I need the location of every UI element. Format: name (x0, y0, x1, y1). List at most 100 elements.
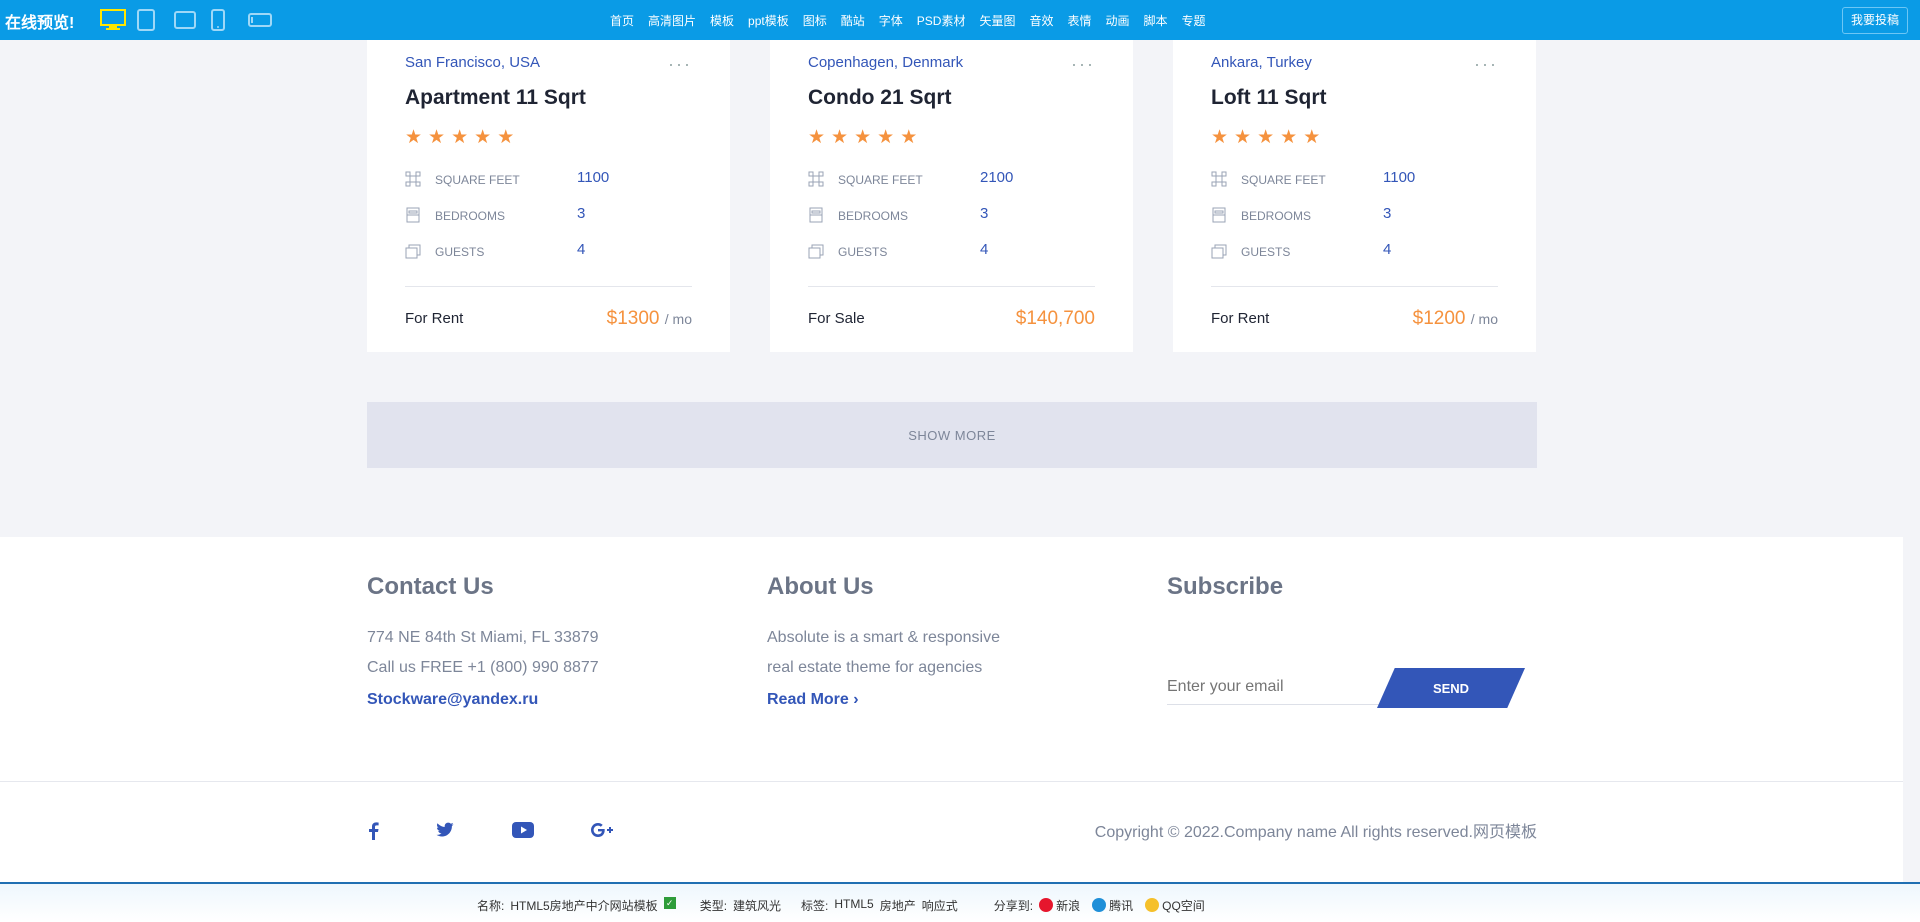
guests-icon (405, 244, 421, 259)
star-icon: ★ (474, 127, 492, 148)
tags-label: 标签: (801, 899, 829, 913)
share-tencent[interactable]: 腾讯 (1092, 897, 1139, 914)
rating-stars: ★ ★ ★ ★ ★ (808, 128, 917, 147)
property-location[interactable]: San Francisco, USA (405, 54, 540, 71)
tablet-landscape-icon[interactable] (174, 9, 196, 31)
feature-row: BEDROOMS 3 (1211, 205, 1501, 225)
show-more-button[interactable]: SHOW MORE (367, 402, 1537, 468)
feature-label: SQUARE FEET (435, 173, 520, 187)
about-heading: About Us (767, 573, 874, 600)
top-nav: 首页 高清图片 模板 ppt模板 图标 酷站 字体 PSD素材 矢量图 音效 表… (610, 0, 1220, 40)
nav-item[interactable]: 动画 (1106, 12, 1130, 29)
price-amount: $1200 (1412, 308, 1466, 329)
read-more-link[interactable]: Read More › (767, 691, 1000, 709)
name-label: 名称: (477, 899, 505, 913)
feature-value: 1100 (577, 169, 610, 186)
property-card[interactable]: Ankara, Turkey ··· Loft 11 Sqrt ★ ★ ★ ★ ★ SQ… (1173, 40, 1536, 352)
star-icon: ★ (1280, 127, 1298, 148)
type-label: 类型: (699, 899, 728, 913)
listing-status: For Rent (405, 310, 464, 327)
phone-landscape-icon[interactable] (248, 9, 272, 31)
feature-value: 3 (577, 205, 586, 222)
send-button[interactable]: SEND (1377, 668, 1525, 708)
nav-item[interactable]: 表情 (1068, 12, 1092, 29)
property-card[interactable]: San Francisco, USA ··· Apartment 11 Sqrt… (367, 40, 730, 352)
contact-email-link[interactable]: Stockware@yandex.ru (367, 691, 599, 709)
nav-item[interactable]: 首页 (610, 12, 634, 29)
facebook-icon[interactable] (367, 822, 379, 845)
listing-status: For Rent (1211, 310, 1270, 327)
nav-item[interactable]: 图标 (803, 12, 827, 29)
verified-icon: ✓ (663, 897, 676, 909)
property-location[interactable]: Ankara, Turkey (1211, 54, 1312, 71)
contact-section: Contact Us 774 NE 84th St Miami, FL 3387… (367, 573, 599, 709)
nav-item[interactable]: 脚本 (1144, 12, 1168, 29)
site-footer: Contact Us 774 NE 84th St Miami, FL 3387… (0, 537, 1903, 882)
nav-item[interactable]: PSD素材 (917, 12, 966, 29)
nav-item[interactable]: 音效 (1029, 12, 1053, 29)
twitter-icon[interactable] (436, 822, 454, 843)
share-weibo[interactable]: 新浪 (1039, 897, 1086, 914)
feature-label: SQUARE FEET (838, 173, 923, 187)
rating-stars: ★ ★ ★ ★ ★ (405, 128, 514, 147)
about-text-line: real estate theme for agencies (767, 659, 983, 676)
property-title[interactable]: Apartment 11 Sqrt (405, 86, 586, 110)
tag-link[interactable]: 房地产 (880, 897, 916, 914)
contact-heading: Contact Us (367, 573, 494, 600)
share-tencent-label: 腾讯 (1109, 899, 1134, 913)
nav-item[interactable]: 高清图片 (648, 12, 696, 29)
nav-item[interactable]: 矢量图 (979, 12, 1015, 29)
star-icon: ★ (405, 127, 423, 148)
nav-item[interactable]: 专题 (1182, 12, 1206, 29)
share-qzone[interactable]: QQ空间 (1145, 897, 1211, 914)
price-amount: $1300 (606, 308, 660, 329)
more-options-icon[interactable]: ··· (1071, 54, 1095, 75)
price-amount: $140,700 (1015, 308, 1095, 329)
feature-row: SQUARE FEET 1100 (405, 169, 695, 189)
card-divider (405, 286, 692, 287)
feature-label: BEDROOMS (435, 209, 506, 223)
feature-label: GUESTS (435, 245, 485, 259)
star-icon: ★ (877, 127, 895, 148)
feature-value: 4 (980, 241, 989, 258)
top-bar: 在线预览! 首页 高清图片 模板 ppt模板 图标 酷站 字体 PSD素材 矢量… (0, 0, 1920, 40)
weibo-icon (1039, 898, 1054, 912)
phone-portrait-icon[interactable] (211, 9, 225, 31)
submit-work-button[interactable]: 我要投稿 (1841, 7, 1908, 34)
feature-label: BEDROOMS (838, 209, 909, 223)
property-title[interactable]: Loft 11 Sqrt (1211, 86, 1327, 110)
tag-link[interactable]: 响应式 (922, 897, 958, 914)
price-period: / mo (1470, 311, 1498, 327)
share-label: 分享到: (993, 899, 1034, 913)
nav-item[interactable]: 字体 (879, 12, 903, 29)
property-card[interactable]: Copenhagen, Denmark ··· Condo 21 Sqrt ★ ★… (770, 40, 1133, 352)
feature-row: BEDROOMS 3 (808, 205, 1098, 225)
bed-icon (1212, 207, 1226, 223)
nav-item[interactable]: 酷站 (841, 12, 865, 29)
card-divider (1211, 286, 1498, 287)
desktop-view-icon[interactable] (100, 9, 126, 31)
nav-item[interactable]: ppt模板 (748, 12, 789, 29)
star-icon: ★ (428, 127, 446, 148)
email-input[interactable] (1167, 669, 1397, 705)
feature-row: GUESTS 4 (405, 241, 695, 261)
star-icon: ★ (1234, 127, 1252, 148)
feature-value: 4 (1383, 241, 1392, 258)
name-value[interactable]: HTML5房地产中介网站模板 (510, 897, 657, 914)
tag-link[interactable]: HTML5 (834, 897, 873, 914)
card-divider (808, 286, 1095, 287)
contact-phone: Call us FREE +1 (800) 990 8877 (367, 659, 599, 676)
youtube-icon[interactable] (512, 822, 534, 843)
subscribe-heading: Subscribe (1167, 573, 1284, 600)
about-section: About Us Absolute is a smart & responsiv… (767, 573, 1000, 709)
feature-value: 3 (980, 205, 989, 222)
more-options-icon[interactable]: ··· (668, 54, 692, 75)
property-location[interactable]: Copenhagen, Denmark (808, 54, 963, 71)
nav-item[interactable]: 模板 (710, 12, 734, 29)
google-plus-icon[interactable] (590, 822, 616, 843)
more-options-icon[interactable]: ··· (1474, 54, 1498, 75)
tablet-portrait-icon[interactable] (137, 9, 155, 31)
property-title[interactable]: Condo 21 Sqrt (808, 86, 952, 110)
subscribe-section: Subscribe SEND (1167, 573, 1537, 723)
type-value[interactable]: 建筑风光 (733, 897, 781, 914)
